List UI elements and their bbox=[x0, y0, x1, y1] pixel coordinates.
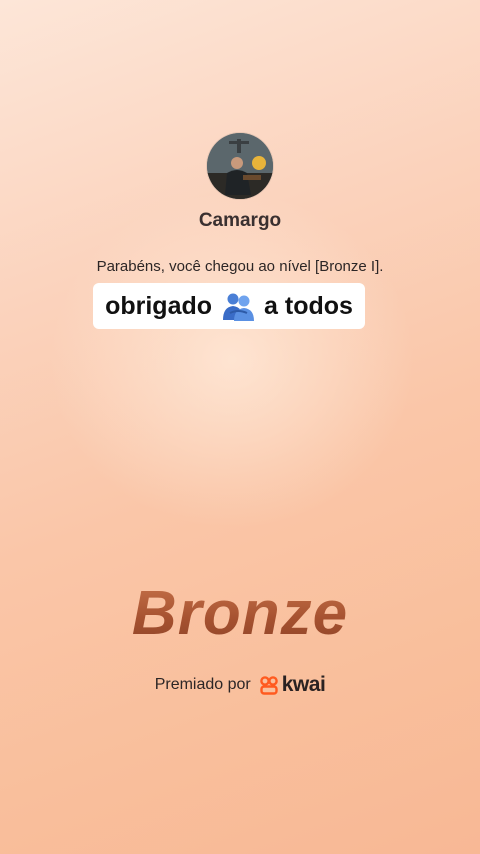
user-avatar[interactable] bbox=[207, 133, 273, 199]
level-up-message: Parabéns, você chegou ao nível [Bronze I… bbox=[96, 258, 384, 275]
kwai-logo: kwai bbox=[259, 673, 326, 697]
awarded-by-row: Premiado por kwai bbox=[0, 673, 480, 697]
kwai-icon bbox=[259, 676, 278, 695]
people-hugging-icon bbox=[221, 291, 255, 321]
level-name: Bronze bbox=[0, 578, 480, 649]
username[interactable]: Camargo bbox=[0, 210, 480, 232]
user-caption: obrigado a todos bbox=[93, 283, 365, 329]
avatar-image bbox=[207, 133, 273, 199]
caption-text-end: a todos bbox=[264, 291, 353, 320]
awarded-by-label: Premiado por bbox=[154, 676, 251, 693]
caption-text-start: obrigado bbox=[105, 291, 213, 320]
kwai-wordmark: kwai bbox=[281, 673, 326, 696]
